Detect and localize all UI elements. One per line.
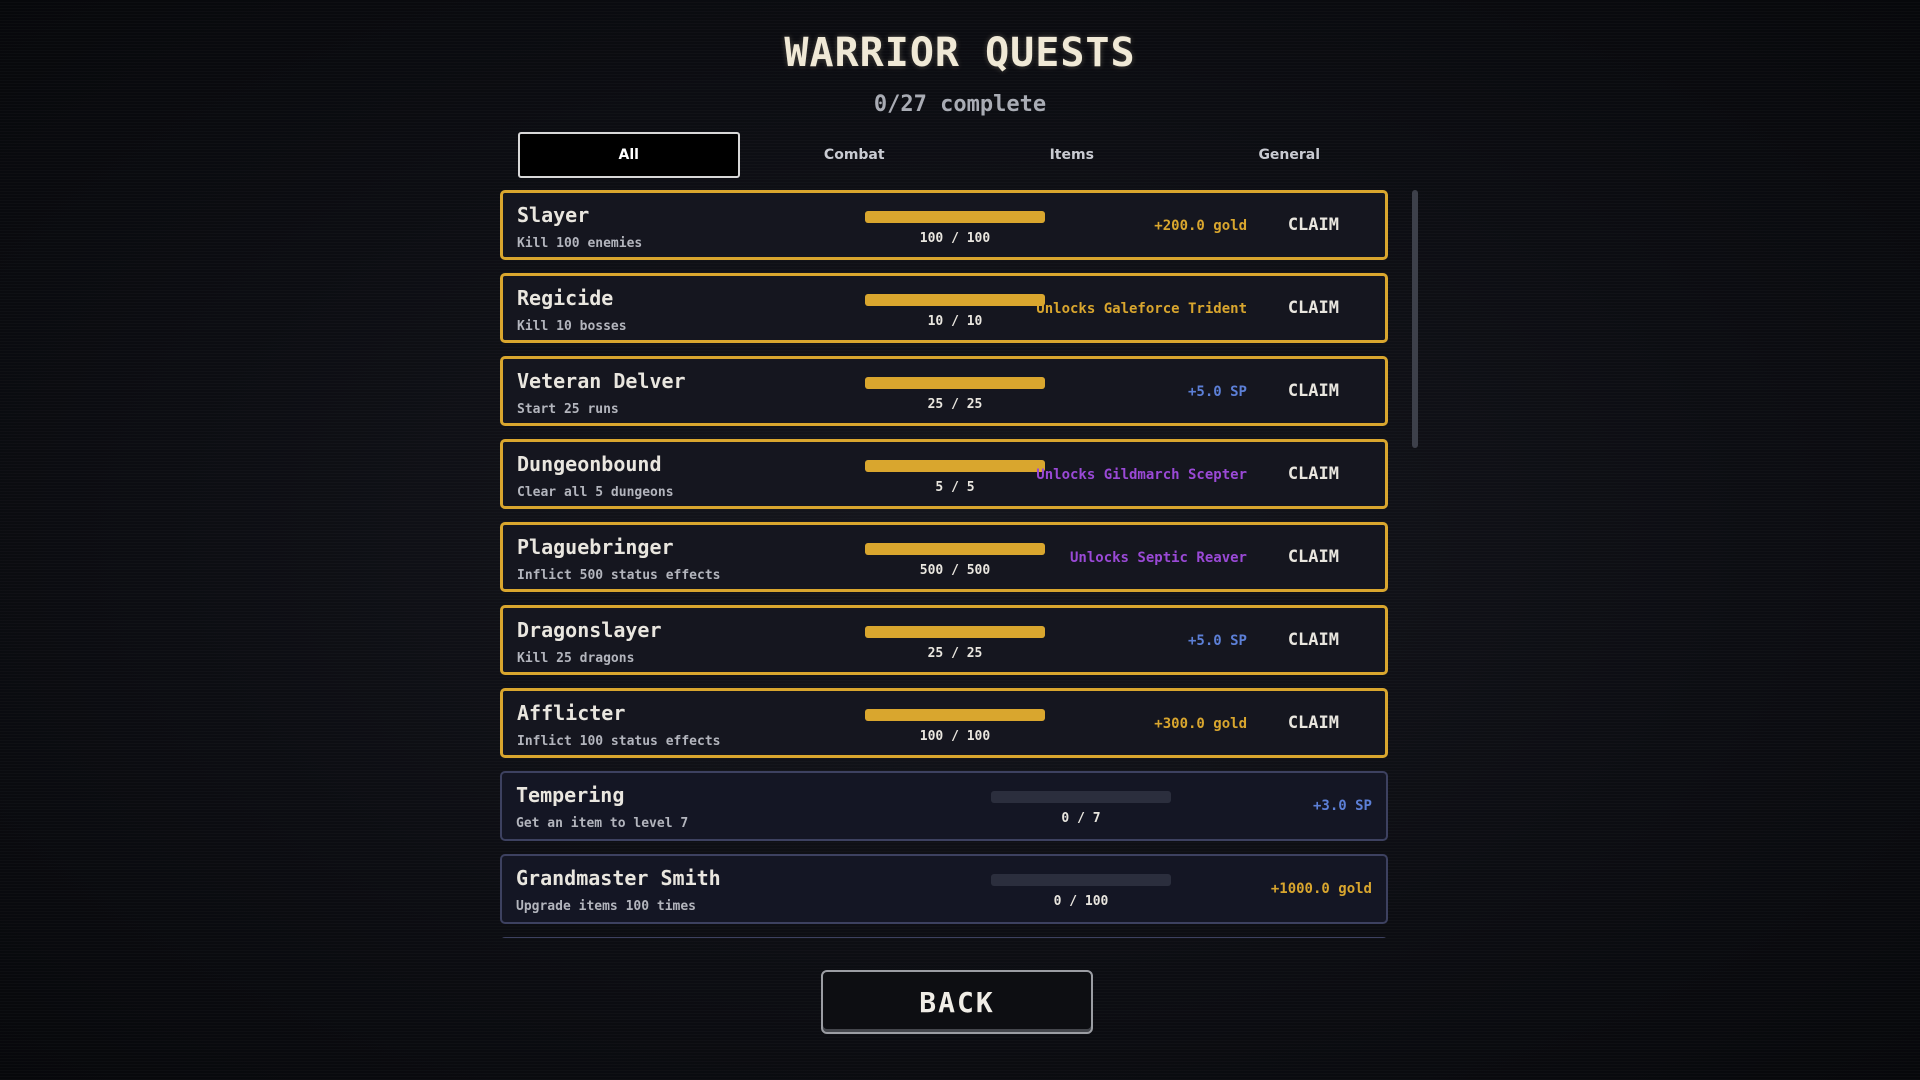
quest-row: Dungeonbound Clear all 5 dungeons 5 / 5 Unl… — [500, 439, 1388, 509]
quest-row: Grandmaster Smith Upgrade items 100 times… — [500, 854, 1388, 924]
quest-reward: +1000.0 gold — [1270, 881, 1372, 897]
quest-description: Kill 10 bosses — [517, 319, 627, 334]
quest-reward: +5.0 SP — [1187, 384, 1247, 400]
quest-progress-bar — [865, 709, 1045, 721]
quest-progress-bar — [865, 626, 1045, 638]
quest-reward: Unlocks Septic Reaver — [1069, 550, 1247, 566]
quest-progress-fill — [865, 626, 1045, 638]
quest-progress-bar — [991, 874, 1171, 886]
quest-name: Tempering — [516, 783, 625, 807]
quest-description: Inflict 100 status effects — [517, 734, 721, 749]
quest-progress-count: 25 / 25 — [927, 397, 983, 412]
claim-button[interactable]: CLAIM — [1288, 381, 1339, 401]
claim-button[interactable]: CLAIM — [1288, 713, 1339, 733]
quest-progress-fill — [865, 211, 1045, 223]
quest-row — [500, 937, 1388, 938]
quest-progress-fill — [865, 294, 1045, 306]
page-title: WARRIOR QUESTS — [784, 30, 1136, 76]
quest-reward: Unlocks Galeforce Trident — [1036, 301, 1247, 317]
quest-reward: Unlocks Gildmarch Scepter — [1036, 467, 1247, 483]
quest-progress-fill — [865, 377, 1045, 389]
quest-row: Dragonslayer Kill 25 dragons 25 / 25 +5.0 S… — [500, 605, 1388, 675]
quest-row: Plaguebringer Inflict 500 status effects 5… — [500, 522, 1388, 592]
claim-button[interactable]: CLAIM — [1288, 547, 1339, 567]
quest-progress-fill — [865, 460, 1045, 472]
completion-counter: 0/27 complete — [873, 92, 1047, 117]
quest-progress-count: 500 / 500 — [919, 563, 991, 578]
claim-button[interactable]: CLAIM — [1288, 215, 1339, 235]
quest-progress-count: 100 / 100 — [919, 729, 991, 744]
quest-progress-bar — [865, 377, 1045, 389]
quest-description: Start 25 runs — [517, 402, 619, 417]
quest-reward: +300.0 gold — [1154, 716, 1247, 732]
quest-name: Slayer — [517, 203, 590, 227]
quest-name: Plaguebringer — [517, 535, 674, 559]
claim-button[interactable]: CLAIM — [1288, 298, 1339, 318]
claim-button[interactable]: CLAIM — [1288, 464, 1339, 484]
quest-name: Grandmaster Smith — [516, 866, 721, 890]
quest-description: Get an item to level 7 — [516, 816, 689, 831]
quest-row: Veteran Delver Start 25 runs 25 / 25 +5.0 S… — [500, 356, 1388, 426]
quest-progress-count: 10 / 10 — [927, 314, 983, 329]
quest-description: Upgrade items 100 times — [516, 899, 697, 914]
quest-name: Dungeonbound — [517, 452, 662, 476]
quest-progress-count: 0 / 100 — [1053, 894, 1109, 909]
quest-row: Regicide Kill 10 bosses 10 / 10 Unlocks Gal… — [500, 273, 1388, 343]
quest-reward: +200.0 gold — [1154, 218, 1247, 234]
quest-name: Dragonslayer — [517, 618, 662, 642]
quest-reward: +3.0 SP — [1312, 798, 1372, 814]
quest-progress-bar — [865, 543, 1045, 555]
tab-all[interactable]: All — [518, 132, 740, 178]
quest-description: Clear all 5 dungeons — [517, 485, 674, 500]
quest-list[interactable]: Slayer Kill 100 enemies 100 / 100 +200.0 go… — [500, 190, 1392, 938]
quest-row: Afflicter Inflict 100 status effects 100 /… — [500, 688, 1388, 758]
quest-description: Inflict 500 status effects — [517, 568, 721, 583]
quest-progress-bar — [865, 460, 1045, 472]
quest-description: Kill 100 enemies — [517, 236, 643, 251]
tab-general[interactable]: General — [1181, 132, 1399, 178]
quest-progress-bar — [991, 791, 1171, 803]
quest-name: Regicide — [517, 286, 614, 310]
quest-reward: +5.0 SP — [1187, 633, 1247, 649]
quest-progress-bar — [865, 211, 1045, 223]
quest-progress-count: 5 / 5 — [935, 480, 975, 495]
quest-name: Veteran Delver — [517, 369, 686, 393]
quest-row: Slayer Kill 100 enemies 100 / 100 +200.0 go… — [500, 190, 1388, 260]
quest-progress-count: 25 / 25 — [927, 646, 983, 661]
quest-list-scrollbar[interactable] — [1412, 190, 1418, 448]
quest-progress-count: 0 / 7 — [1061, 811, 1101, 826]
quest-progress-fill — [865, 709, 1045, 721]
tab-items[interactable]: Items — [963, 132, 1181, 178]
category-tabs: All Combat Items General — [518, 132, 1398, 178]
claim-button[interactable]: CLAIM — [1288, 630, 1339, 650]
quest-row: Tempering Get an item to level 7 0 / 7 +3.0… — [500, 771, 1388, 841]
quest-progress-count: 100 / 100 — [919, 231, 991, 246]
quest-progress-fill — [865, 543, 1045, 555]
tab-combat[interactable]: Combat — [746, 132, 964, 178]
quest-name: Afflicter — [517, 701, 626, 725]
quest-description: Kill 25 dragons — [517, 651, 635, 666]
back-button[interactable]: BACK — [821, 970, 1093, 1034]
quest-progress-bar — [865, 294, 1045, 306]
